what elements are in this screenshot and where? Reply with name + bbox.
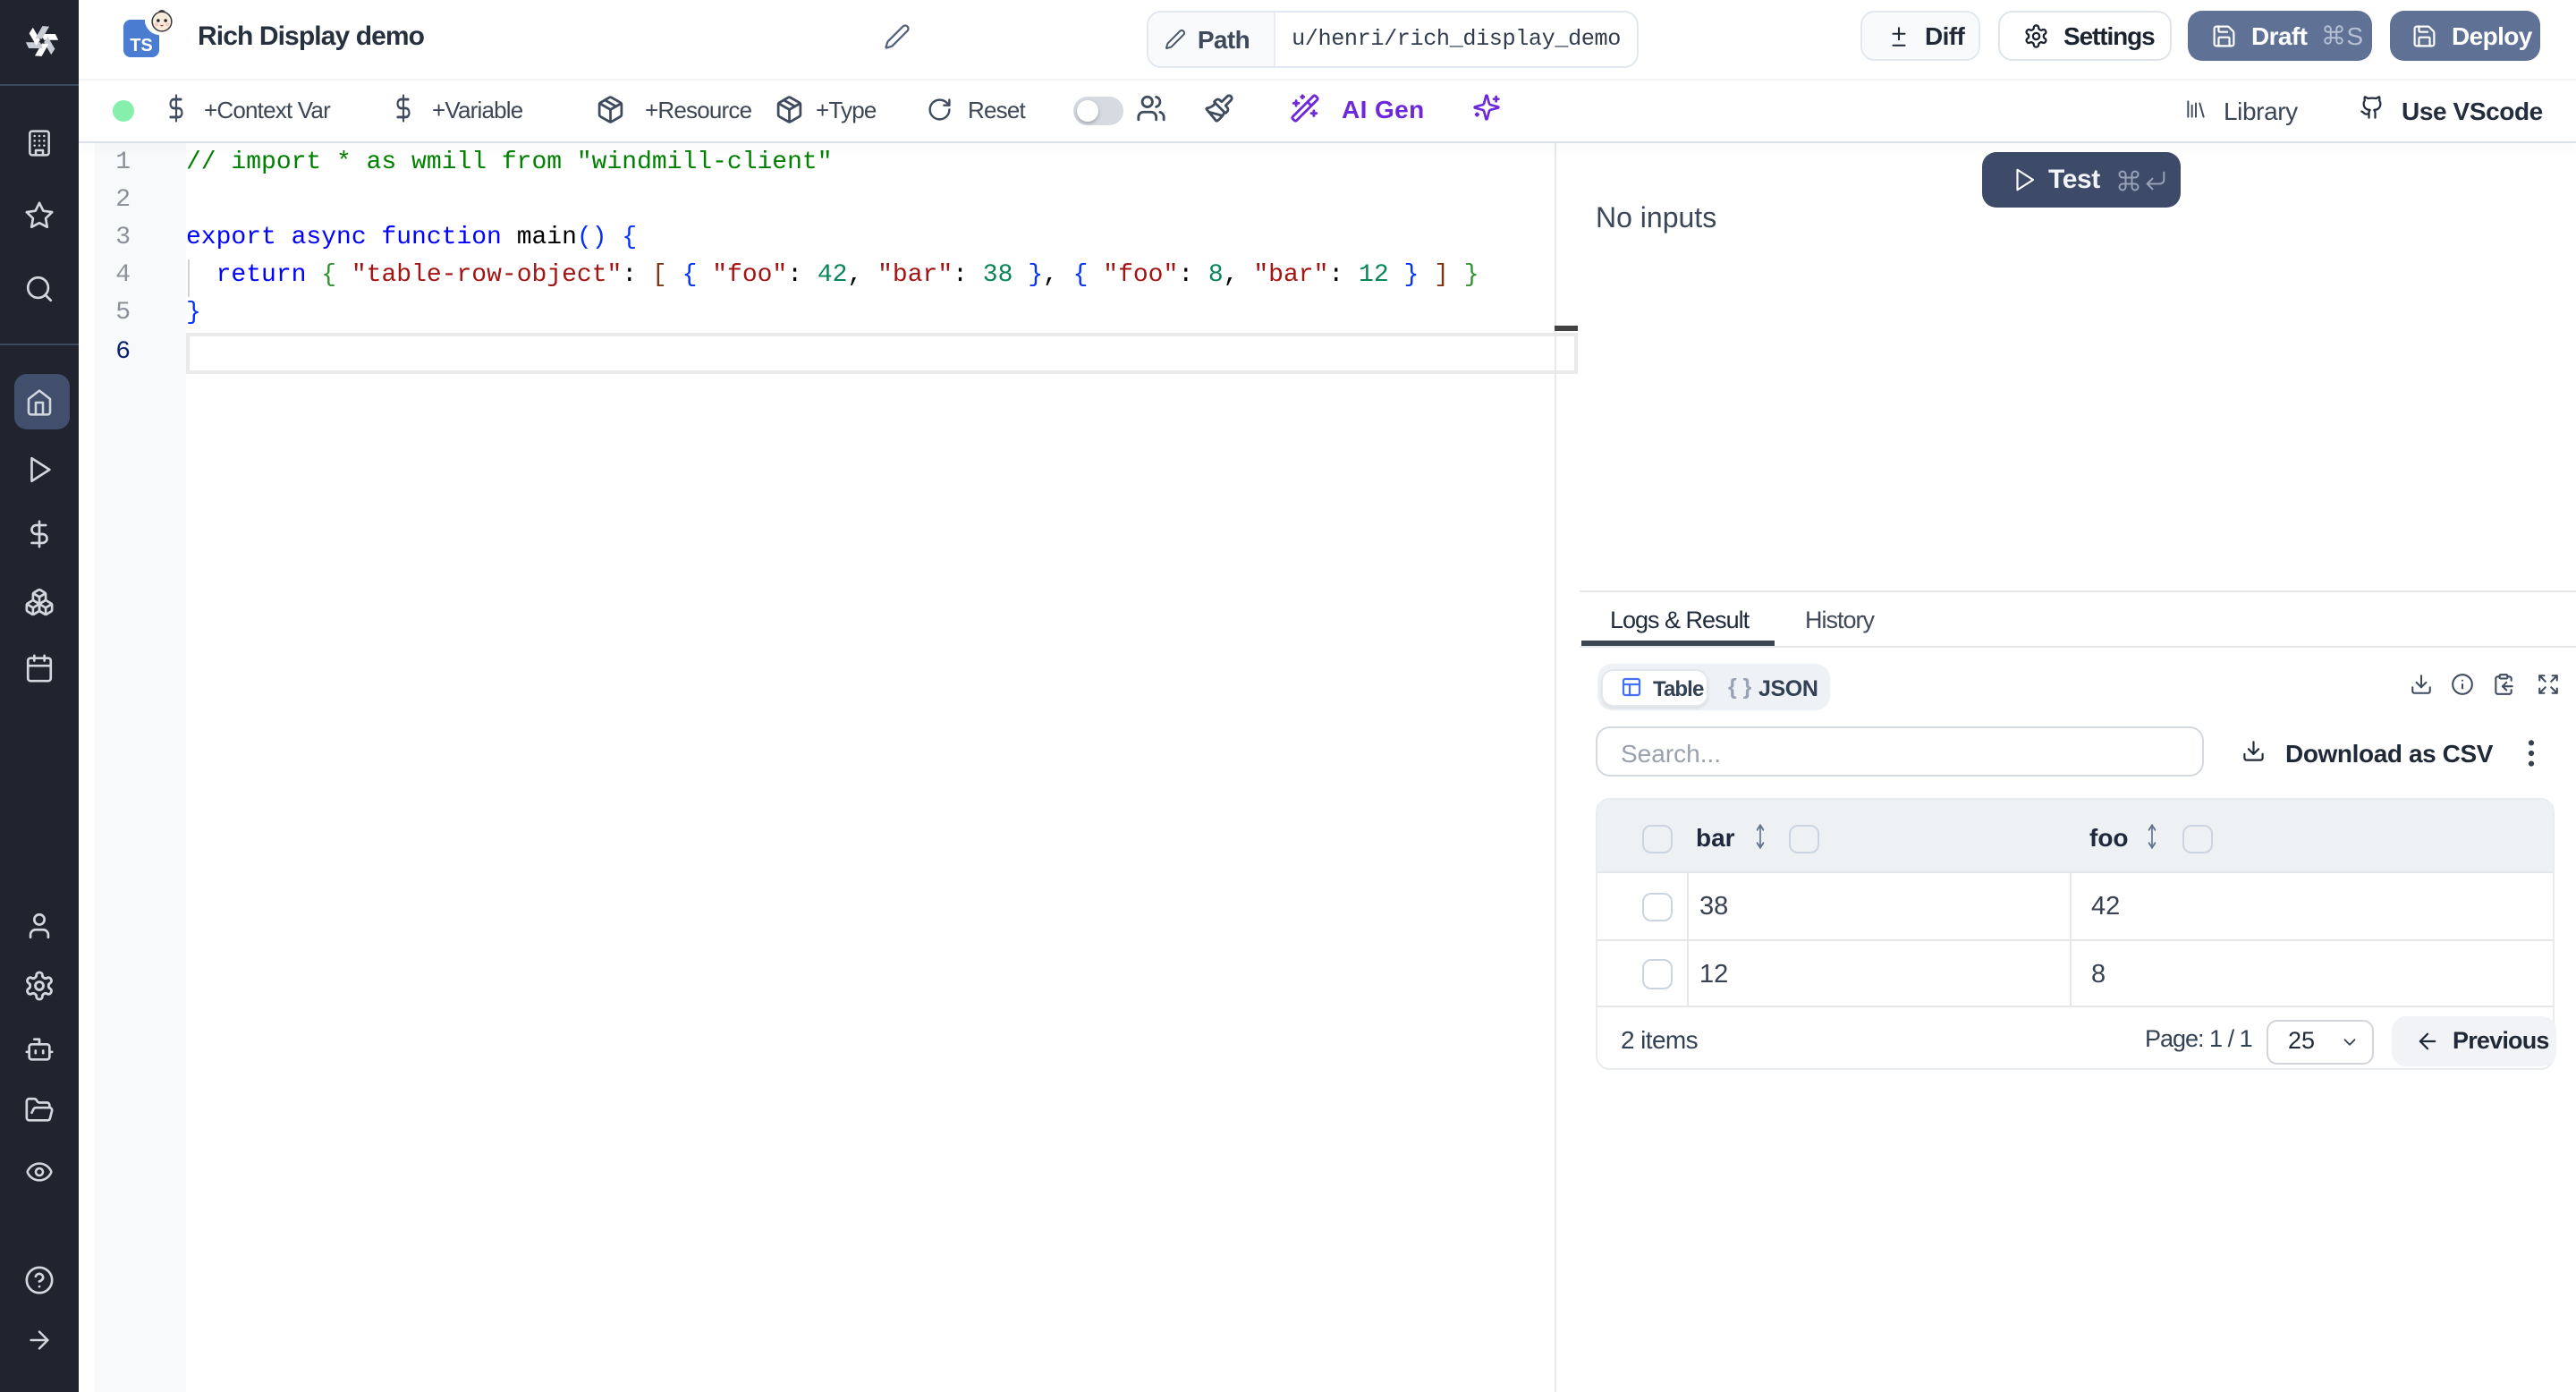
svg-text:TS: TS	[130, 35, 153, 55]
